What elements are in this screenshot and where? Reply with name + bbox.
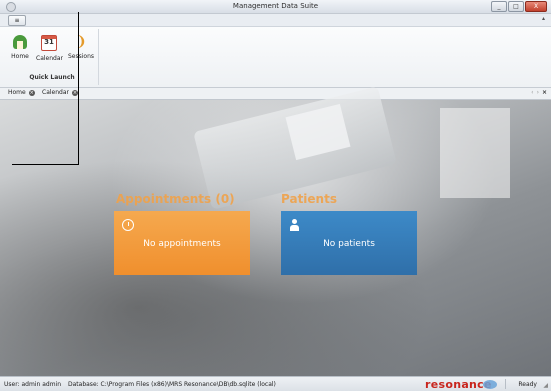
tab-home-close-icon[interactable]: × — [28, 89, 35, 96]
calendar-button-label: Calendar — [36, 55, 63, 62]
background-image-box — [440, 108, 510, 198]
patients-title: Patients — [281, 192, 337, 206]
annotation-line — [12, 164, 79, 165]
ribbon: Home 31 Calendar ❩ Sessions Quick Launch — [0, 27, 551, 88]
dashboard-content — [0, 86, 551, 376]
resize-grip-icon[interactable]: ◢ — [543, 382, 548, 389]
ribbon-group-quick-launch: Home 31 Calendar ❩ Sessions Quick Launch — [6, 29, 99, 85]
tab-home-label: Home — [8, 89, 26, 96]
status-bar: User: admin admin Database: C:\Program F… — [0, 376, 551, 391]
tab-navigation: ‹›× — [531, 89, 547, 96]
annotation-line — [78, 12, 79, 164]
document-tabs: Home × Calendar × ‹›× — [0, 88, 551, 100]
ribbon-group-label: Quick Launch — [29, 74, 75, 81]
tab-home[interactable]: Home × — [8, 89, 35, 96]
brand-icon — [483, 380, 497, 389]
appointments-tile[interactable]: No appointments — [114, 211, 250, 275]
window-titlebar: Management Data Suite _ □ X — [0, 0, 551, 14]
window-title: Management Data Suite — [232, 2, 319, 10]
tab-calendar-label: Calendar — [42, 89, 69, 96]
tab-close-all-icon[interactable]: × — [542, 89, 547, 96]
sessions-button[interactable]: ❩ Sessions — [68, 35, 94, 60]
calendar-icon: 31 — [41, 35, 57, 51]
ribbon-tab-strip: ≡ ▴ — [0, 14, 551, 27]
minimize-button[interactable]: _ — [491, 1, 507, 12]
status-database: Database: C:\Program Files (x86)\MRS Res… — [68, 381, 276, 388]
home-icon — [13, 35, 27, 49]
sessions-button-label: Sessions — [68, 53, 95, 60]
calendar-button[interactable]: 31 Calendar — [36, 35, 63, 62]
tab-calendar[interactable]: Calendar × — [42, 89, 78, 96]
person-icon — [289, 219, 301, 231]
ear-icon: ❩ — [75, 34, 87, 50]
ribbon-collapse-icon[interactable]: ▴ — [542, 15, 545, 22]
patients-tile-text: No patients — [323, 239, 375, 249]
maximize-button[interactable]: □ — [508, 1, 524, 12]
application-menu-button[interactable]: ≡ — [8, 15, 26, 26]
status-separator — [505, 379, 506, 389]
status-ready: Ready — [518, 381, 537, 388]
appointments-tile-text: No appointments — [143, 239, 221, 249]
patients-tile[interactable]: No patients — [281, 211, 417, 275]
appointments-title: Appointments (0) — [116, 192, 235, 206]
window-controls: _ □ X — [491, 1, 547, 12]
home-button-label: Home — [11, 53, 29, 60]
home-button[interactable]: Home — [10, 35, 30, 60]
status-user: User: admin admin — [4, 381, 62, 388]
clock-icon — [122, 219, 134, 231]
brand-logo: resonance — [425, 378, 492, 391]
close-button[interactable]: X — [525, 1, 547, 12]
